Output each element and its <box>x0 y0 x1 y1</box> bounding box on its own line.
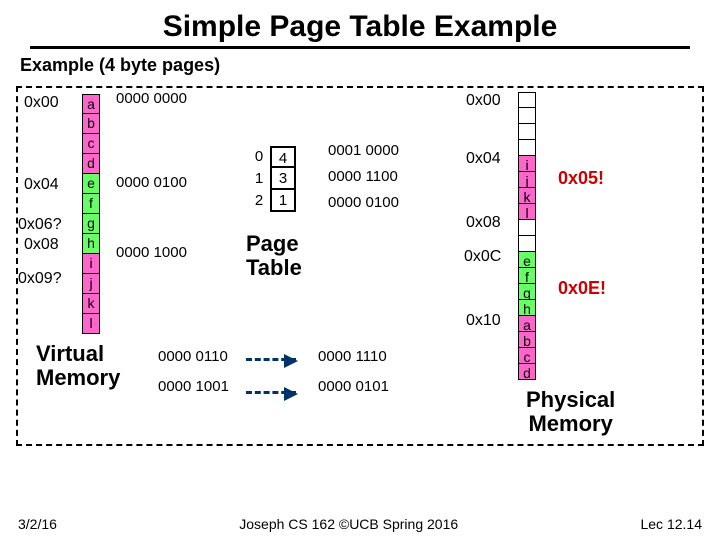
pcell <box>518 124 536 140</box>
pcell: c <box>518 348 536 364</box>
example-in-1: 0000 1001 <box>158 378 229 395</box>
pt-trans-0: 0001 0000 <box>328 142 399 159</box>
page-table-label: Page Table <box>246 232 302 280</box>
virtual-memory-column: a b c d e f g h i j k l <box>82 94 100 334</box>
vcell: g <box>82 214 100 234</box>
vcell: a <box>82 94 100 114</box>
paddr-4: 0x10 <box>466 312 501 330</box>
pcell: e <box>518 252 536 268</box>
footer: 3/2/16 Joseph CS 162 ©UCB Spring 2016 Le… <box>0 516 720 532</box>
vcell: e <box>82 174 100 194</box>
vaddr-3: 0x08 <box>24 236 59 254</box>
pcell: g <box>518 284 536 300</box>
vcell: l <box>82 314 100 334</box>
vaddr-2: 0x06? <box>18 216 62 234</box>
footer-right: Lec 12.14 <box>640 516 702 532</box>
footer-center: Joseph CS 162 ©UCB Spring 2016 <box>239 516 458 532</box>
pcell: a <box>518 316 536 332</box>
virtual-memory-label: Virtual Memory <box>36 342 120 390</box>
pcell <box>518 140 536 156</box>
pcell: i <box>518 156 536 172</box>
pcell <box>518 236 536 252</box>
pcell: d <box>518 364 536 380</box>
vcell: f <box>82 194 100 214</box>
pt-value: 1 <box>270 190 296 212</box>
pcell: h <box>518 300 536 316</box>
pt-trans-1: 0000 1100 <box>328 168 398 185</box>
annotation-0x05: 0x05! <box>558 168 604 189</box>
pcell: l <box>518 204 536 220</box>
physical-memory-label: Physical Memory <box>526 388 615 436</box>
pcell: k <box>518 188 536 204</box>
pcell: f <box>518 268 536 284</box>
paddr-2: 0x08 <box>466 214 501 232</box>
arrow-icon <box>246 358 296 361</box>
vcell: d <box>82 154 100 174</box>
physical-memory-column: i j k l e f g h a b c d <box>518 92 536 380</box>
pcell <box>518 108 536 124</box>
diagram-area: 0x00 0x04 0x06? 0x08 0x09? a b c d e f g… <box>16 86 704 446</box>
pcell: j <box>518 172 536 188</box>
example-subtitle: Example (4 byte pages) <box>0 49 720 80</box>
vcell: c <box>82 134 100 154</box>
vaddr-4: 0x09? <box>18 270 62 288</box>
footer-date: 3/2/16 <box>18 516 57 532</box>
pcell <box>518 220 536 236</box>
pt-value: 4 <box>270 146 296 168</box>
vcell: i <box>82 254 100 274</box>
paddr-1: 0x04 <box>466 150 501 168</box>
paddr-0: 0x00 <box>466 92 501 110</box>
vcell: h <box>82 234 100 254</box>
pcell: b <box>518 332 536 348</box>
vcell: b <box>82 114 100 134</box>
vbin-0: 0000 0000 <box>116 90 187 107</box>
arrow-icon <box>246 391 296 394</box>
vaddr-1: 0x04 <box>24 176 59 194</box>
pt-value: 3 <box>270 168 296 190</box>
pt-index: 1 <box>248 168 270 190</box>
example-in-0: 0000 0110 <box>158 348 228 365</box>
vbin-2: 0000 1000 <box>116 244 187 261</box>
vbin-1: 0000 0100 <box>116 174 187 191</box>
annotation-0x0e: 0x0E! <box>558 278 606 299</box>
example-out-1: 0000 0101 <box>318 378 389 395</box>
pt-index: 2 <box>248 190 270 212</box>
pcell <box>518 92 536 108</box>
paddr-3: 0x0C <box>464 248 501 266</box>
pt-trans-2: 0000 0100 <box>328 194 399 211</box>
vcell: j <box>82 274 100 294</box>
page-title: Simple Page Table Example <box>30 0 690 49</box>
example-out-0: 0000 1110 <box>318 348 387 365</box>
page-table: 0 4 1 3 2 1 <box>248 146 296 212</box>
pt-index: 0 <box>248 146 270 168</box>
vaddr-0: 0x00 <box>24 94 59 112</box>
vcell: k <box>82 294 100 314</box>
